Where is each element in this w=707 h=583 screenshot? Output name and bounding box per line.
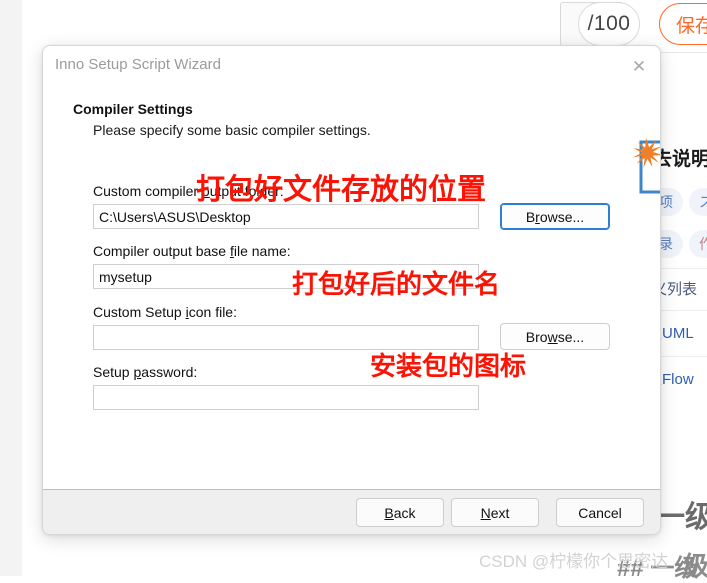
dialog-footer: Back Next Cancel xyxy=(43,489,660,534)
dialog-body: Compiler Settings Please specify some ba… xyxy=(43,88,660,492)
label-accel-key: o xyxy=(201,183,210,199)
label-text-prefix: Compiler output base xyxy=(93,243,230,259)
background-character-counter: /100 xyxy=(578,2,640,46)
page-title: Compiler Settings xyxy=(73,101,193,117)
background-tag-2[interactable]: ス xyxy=(689,188,707,216)
dialog-title: Inno Setup Script Wizard xyxy=(55,56,221,73)
background-heading-level-1: 一级 xyxy=(655,501,707,534)
background-hash-markdown: ## 一级 xyxy=(617,555,699,582)
label-text-suffix: con file: xyxy=(188,304,237,320)
inno-setup-script-wizard-dialog: Inno Setup Script Wizard ✕ Compiler Sett… xyxy=(42,45,661,535)
back-accel-key: B xyxy=(384,504,394,521)
background-section-heading: 去说明 xyxy=(655,149,707,170)
dialog-titlebar: Inno Setup Script Wizard ✕ xyxy=(43,46,660,88)
background-right-column: 去说明 项 ス 录 作 定义列表 入UML 入Flow xyxy=(655,60,707,560)
label-text-prefix: Setup xyxy=(93,364,134,380)
label-setup-password: Setup password: xyxy=(93,364,197,380)
background-left-gutter xyxy=(0,0,22,576)
label-text-suffix: ile name: xyxy=(233,243,291,259)
background-save-button[interactable]: 保存 xyxy=(659,3,707,45)
next-accel-key: N xyxy=(480,504,491,521)
label-text-prefix: Custom Setup xyxy=(93,304,186,320)
browse-button-output-folder[interactable]: Br owse... xyxy=(500,203,610,230)
background-separator-3 xyxy=(655,356,707,357)
label-text-prefix: Custom compiler xyxy=(93,183,202,199)
browse-label-suffix: owse... xyxy=(539,208,585,225)
browse-label-prefix: B xyxy=(525,208,536,225)
label-custom-setup-icon-file: Custom Setup icon file: xyxy=(93,304,237,320)
next-button[interactable]: Next xyxy=(451,498,539,527)
back-button[interactable]: Back xyxy=(356,498,444,527)
browse-button-setup-icon-file[interactable]: Bro w se... xyxy=(500,323,610,350)
custom-setup-icon-file-input[interactable] xyxy=(93,325,479,350)
wizard-page-icon xyxy=(624,130,660,198)
browse-label-suffix: se... xyxy=(557,328,585,345)
browse-accel-key: w xyxy=(547,328,558,345)
label-text-suffix: assword: xyxy=(141,364,198,380)
setup-password-input[interactable] xyxy=(93,385,479,410)
next-label-suffix: ext xyxy=(490,504,510,521)
cancel-label: Cancel xyxy=(578,504,622,521)
cancel-button[interactable]: Cancel xyxy=(556,498,644,527)
background-link-definition-list[interactable]: 定义列表 xyxy=(655,278,697,299)
label-compiler-output-base-file-name: Compiler output base file name: xyxy=(93,243,291,259)
label-text-suffix: utput folder: xyxy=(209,183,284,199)
page-subtitle: Please specify some basic compiler setti… xyxy=(93,122,371,138)
close-icon[interactable]: ✕ xyxy=(622,50,656,82)
background-tag-4[interactable]: 作 xyxy=(689,230,707,258)
label-custom-compiler-output-folder: Custom compiler output folder: xyxy=(93,183,284,199)
back-label-suffix: ack xyxy=(393,504,416,521)
background-separator-1 xyxy=(655,268,707,269)
browse-label-prefix: Bro xyxy=(525,328,548,345)
custom-compiler-output-folder-input[interactable] xyxy=(93,204,479,229)
compiler-output-base-file-name-input[interactable] xyxy=(93,264,479,289)
background-separator-2 xyxy=(655,310,707,311)
